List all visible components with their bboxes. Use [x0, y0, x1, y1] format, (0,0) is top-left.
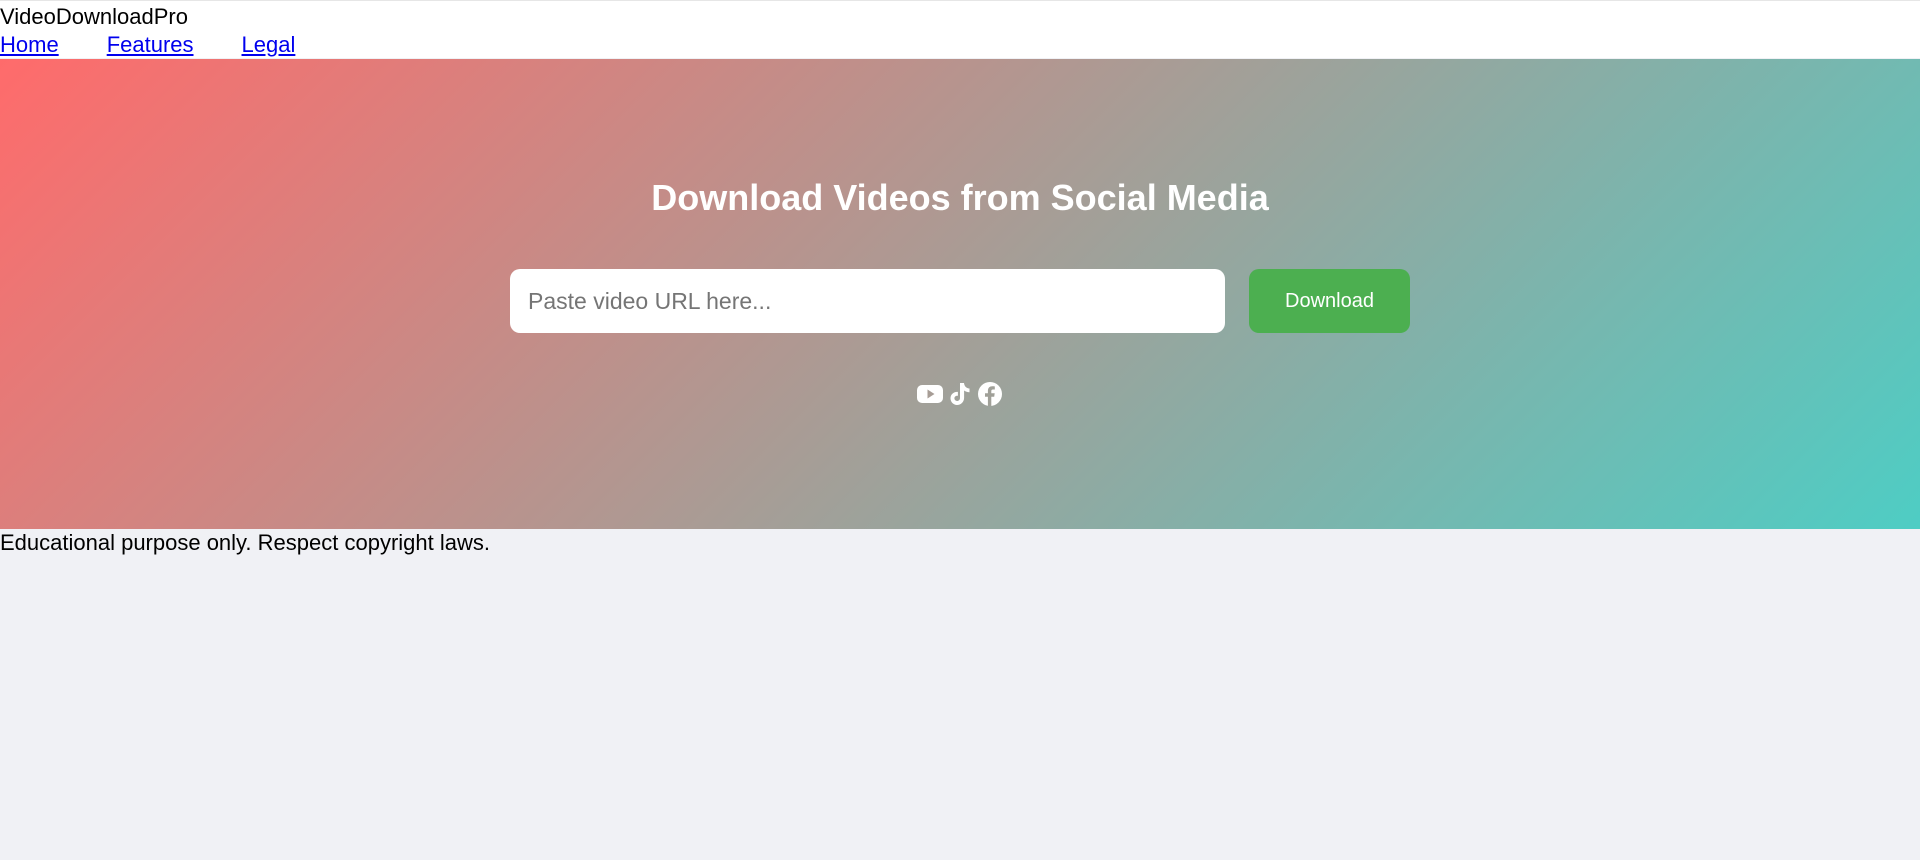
site-header: VideoDownloadPro Home Features Legal — [0, 0, 1920, 58]
video-url-input[interactable] — [510, 269, 1225, 333]
nav-link-legal[interactable]: Legal — [242, 31, 296, 59]
download-button[interactable]: Download — [1249, 269, 1410, 333]
facebook-icon — [977, 381, 1003, 407]
hero-title: Download Videos from Social Media — [651, 177, 1269, 218]
hero-section: Download Videos from Social Media Downlo… — [0, 59, 1920, 529]
brand-name: VideoDownloadPro — [0, 4, 188, 29]
nav-link-home[interactable]: Home — [0, 31, 59, 59]
main-nav: Home Features Legal — [0, 31, 295, 59]
disclaimer-text: Educational purpose only. Respect copyri… — [0, 530, 490, 555]
tiktok-icon — [947, 381, 973, 407]
supported-platforms — [917, 381, 1003, 407]
youtube-icon — [917, 381, 943, 407]
nav-link-features[interactable]: Features — [107, 31, 194, 59]
page: VideoDownloadPro Home Features Legal Dow… — [0, 0, 1920, 860]
